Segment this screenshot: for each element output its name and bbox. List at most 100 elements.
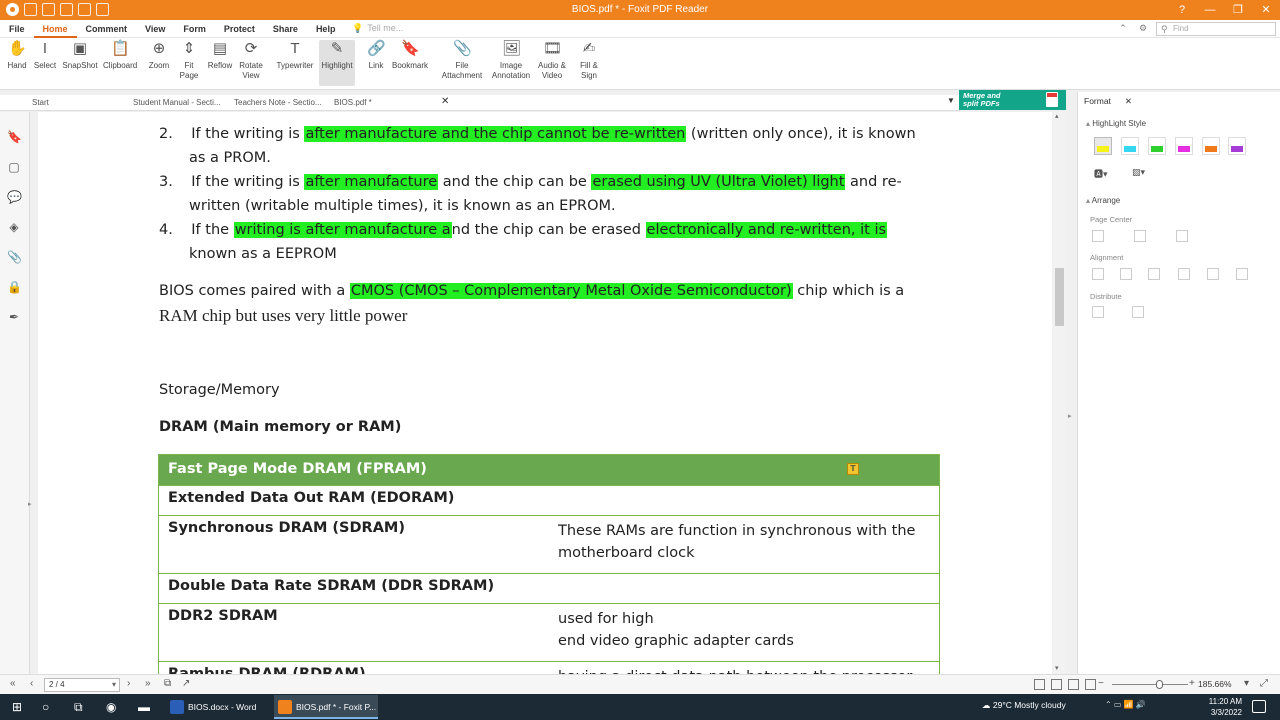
zoom-slider[interactable] xyxy=(1112,680,1188,689)
opacity-picker-icon[interactable]: ▨▾ xyxy=(1132,167,1145,178)
minimize-button[interactable]: — xyxy=(1196,0,1224,20)
highlight-color-cyan[interactable] xyxy=(1121,137,1139,155)
taskbar-word[interactable]: BIOS.docx - Word xyxy=(166,695,270,719)
attachments-panel-icon[interactable]: 📎 xyxy=(7,250,22,264)
bookmark-tool[interactable]: 🔖 Bookmark xyxy=(391,40,429,71)
find-input[interactable]: Find xyxy=(1156,22,1276,36)
align-top-icon[interactable] xyxy=(1178,268,1190,280)
menu-file[interactable]: File xyxy=(0,20,34,38)
pages-panel-icon[interactable]: ▢ xyxy=(7,160,21,174)
comments-panel-icon[interactable]: 💬 xyxy=(7,190,22,204)
highlight-color-green[interactable] xyxy=(1148,137,1166,155)
scroll-up-icon[interactable]: ▴ xyxy=(1055,112,1059,120)
task-view-icon[interactable]: ⧉ xyxy=(74,699,83,715)
highlight-annotation[interactable]: erased using UV (Ultra Violet) light xyxy=(591,174,846,190)
taskbar-foxit[interactable]: BIOS.pdf * - Foxit P... xyxy=(274,695,378,719)
ribbon-collapse-icon[interactable]: ⌃ xyxy=(1116,23,1130,35)
pdf-page[interactable]: 2. If the writing is after manufacture a… xyxy=(38,112,1052,674)
file-attachment-tool[interactable]: 📎 File Attachment xyxy=(440,40,484,81)
tab-student-manual[interactable]: Student Manual - Secti... xyxy=(133,97,221,110)
previous-page-icon[interactable]: ‹ xyxy=(30,678,33,689)
snapshot-tool[interactable]: ▣ SnapShot xyxy=(62,40,98,71)
typewriter-tool[interactable]: T Typewriter xyxy=(274,40,316,71)
close-button[interactable]: ✕ xyxy=(1252,0,1280,20)
menu-protect[interactable]: Protect xyxy=(215,20,264,38)
highlight-style-section[interactable]: HighLight Style xyxy=(1086,119,1146,128)
menu-help[interactable]: Help xyxy=(307,20,345,38)
chrome-icon[interactable]: ◉ xyxy=(106,699,116,715)
highlight-color-orange[interactable] xyxy=(1202,137,1220,155)
reflow-tool[interactable]: ▤ Reflow xyxy=(206,40,234,71)
merge-split-promo[interactable]: Merge and split PDFs xyxy=(959,90,1066,110)
highlight-annotation[interactable]: electronically and re-written, it is xyxy=(645,222,888,238)
maximize-button[interactable]: ❐ xyxy=(1224,0,1252,20)
system-tray[interactable]: ⌃ ▭ 📶 🔊 xyxy=(1105,700,1146,709)
image-annotation-tool[interactable]: 🖼 Image Annotation xyxy=(489,40,533,81)
close-format-panel-icon[interactable]: ✕ xyxy=(1125,96,1132,106)
expand-panel-icon[interactable]: ▸ xyxy=(28,500,32,508)
zoom-out-icon[interactable]: − xyxy=(1098,678,1104,689)
align-right-icon[interactable] xyxy=(1148,268,1160,280)
first-page-icon[interactable]: « xyxy=(10,678,16,689)
file-explorer-icon[interactable]: ▬ xyxy=(138,699,150,715)
format-tab[interactable]: Format ✕ xyxy=(1084,96,1132,107)
tab-bios-pdf[interactable]: BIOS.pdf * xyxy=(334,97,372,110)
security-panel-icon[interactable]: 🔒 xyxy=(7,280,22,294)
fullscreen-icon[interactable]: ⤢ xyxy=(1260,678,1268,689)
center-both-icon[interactable] xyxy=(1176,230,1188,242)
page-number-input[interactable]: 2 / 4 xyxy=(44,678,120,692)
tab-teachers-note[interactable]: Teachers Note - Sectio... xyxy=(234,97,322,110)
select-tool[interactable]: I Select xyxy=(32,40,58,71)
clipboard-tool[interactable]: 📋 Clipboard xyxy=(103,40,137,71)
hand-tool[interactable]: ✋ Hand xyxy=(6,40,28,71)
center-vertical-icon[interactable] xyxy=(1134,230,1146,242)
panel-collapse-icon[interactable]: ▸ xyxy=(1068,412,1072,420)
layers-panel-icon[interactable]: ◈ xyxy=(7,220,21,234)
audio-video-tool[interactable]: 🎞 Audio & Video xyxy=(536,40,568,81)
menu-view[interactable]: View xyxy=(136,20,174,38)
fill-sign-tool[interactable]: ✍ Fill & Sign xyxy=(576,40,602,81)
clock[interactable]: 11:20 AM 3/3/2022 xyxy=(1200,696,1242,718)
next-page-icon[interactable]: › xyxy=(127,678,130,689)
fit-page-tool[interactable]: ⇕ Fit Page xyxy=(175,40,203,81)
settings-icon[interactable]: ⚙ xyxy=(1136,23,1150,35)
highlight-annotation[interactable]: after manufacture and the chip cannot be… xyxy=(304,126,687,142)
link-tool[interactable]: 🔗 Link xyxy=(363,40,389,71)
windows-start-icon[interactable]: ⊞ xyxy=(12,699,22,715)
arrange-section[interactable]: Arrange xyxy=(1086,196,1120,205)
align-bottom-icon[interactable] xyxy=(1236,268,1248,280)
scroll-down-icon[interactable]: ▾ xyxy=(1055,664,1059,672)
highlight-annotation[interactable]: writing is after manufacture a xyxy=(233,222,452,238)
align-left-icon[interactable] xyxy=(1092,268,1104,280)
menu-home[interactable]: Home xyxy=(33,20,77,38)
continuous-icon[interactable] xyxy=(1051,679,1062,690)
highlight-tool[interactable]: ✎ Highlight xyxy=(319,40,355,86)
distribute-vertical-icon[interactable] xyxy=(1092,306,1104,318)
rotate-view-tool[interactable]: ⟳ Rotate View xyxy=(236,40,266,81)
search-icon[interactable]: ○ xyxy=(42,699,49,715)
export-view-icon[interactable]: ↗ xyxy=(182,678,190,689)
notifications-icon[interactable] xyxy=(1252,700,1266,713)
facing-icon[interactable] xyxy=(1068,679,1079,690)
highlight-color-yellow[interactable] xyxy=(1094,137,1112,155)
zoom-in-icon[interactable]: + xyxy=(1189,678,1195,689)
zoom-dropdown-icon[interactable]: ▾ xyxy=(1244,678,1249,689)
zoom-level[interactable]: 185.66% xyxy=(1198,679,1232,689)
highlight-color-magenta[interactable] xyxy=(1175,137,1193,155)
align-center-icon[interactable] xyxy=(1120,268,1132,280)
zoom-tool[interactable]: ⊕ Zoom xyxy=(146,40,172,71)
signature-panel-icon[interactable]: ✒ xyxy=(7,310,21,324)
continuous-facing-icon[interactable] xyxy=(1085,679,1096,690)
highlight-annotation[interactable]: CMOS (CMOS – Complementary Metal Oxide S… xyxy=(349,283,793,299)
highlight-color-purple[interactable] xyxy=(1228,137,1246,155)
distribute-horizontal-icon[interactable] xyxy=(1132,306,1144,318)
align-middle-icon[interactable] xyxy=(1207,268,1219,280)
menu-comment[interactable]: Comment xyxy=(77,20,137,38)
tab-start[interactable]: Start xyxy=(32,97,49,110)
zoom-slider-handle[interactable] xyxy=(1156,680,1163,689)
bookmark-panel-icon[interactable]: 🔖 xyxy=(7,130,22,144)
help-icon[interactable]: ? xyxy=(1168,0,1196,20)
menu-share[interactable]: Share xyxy=(264,20,307,38)
tab-list-dropdown-icon[interactable]: ▼ xyxy=(947,96,955,105)
last-page-icon[interactable]: » xyxy=(145,678,151,689)
